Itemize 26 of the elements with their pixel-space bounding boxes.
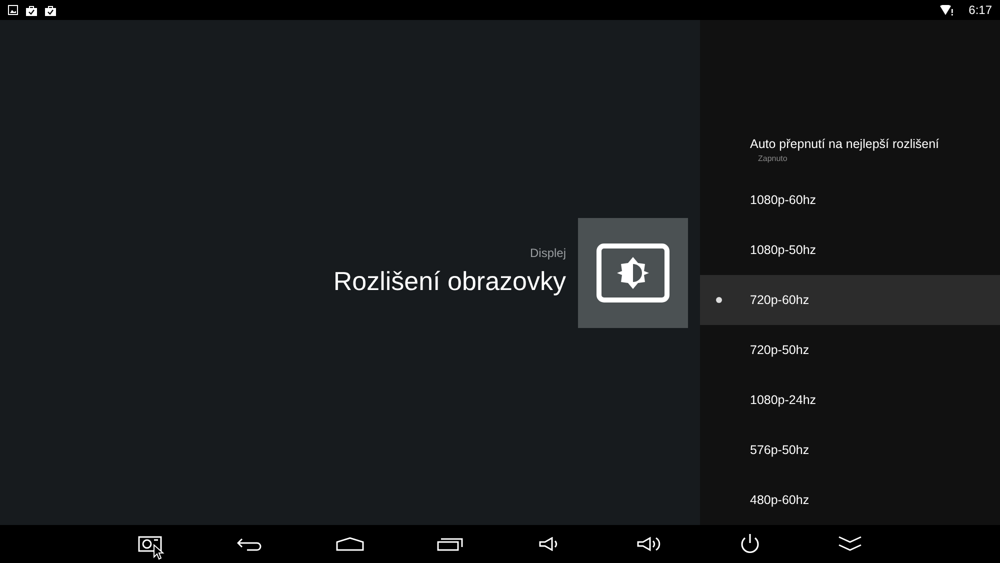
brightness-icon xyxy=(596,242,670,302)
recent-apps-icon[interactable] xyxy=(437,537,463,551)
shopping-bag-icon xyxy=(45,4,56,16)
clock-time: 6:17 xyxy=(968,2,992,19)
setting-value: Zapnuto xyxy=(757,153,788,166)
selected-dot-icon xyxy=(716,297,722,303)
category-label: Displej xyxy=(528,245,566,262)
resolution-option[interactable]: 720p-60hz xyxy=(700,275,1000,325)
wifi-icon xyxy=(940,4,953,16)
resolution-option[interactable]: 1080p-50hz xyxy=(700,225,1000,275)
mouse-cursor-icon xyxy=(153,544,165,560)
screenshot-icon[interactable] xyxy=(138,536,162,552)
power-icon[interactable] xyxy=(739,533,761,555)
resolution-option[interactable]: 1080p-24hz xyxy=(700,375,1000,425)
image-icon xyxy=(8,5,18,15)
home-icon[interactable] xyxy=(336,537,364,551)
page-title: Rozlišení obrazovky xyxy=(333,265,566,298)
back-icon[interactable] xyxy=(237,537,263,551)
collapse-chevron-icon[interactable] xyxy=(838,536,862,552)
resolution-option[interactable]: 480p-60hz xyxy=(700,475,1000,525)
volume-up-icon[interactable] xyxy=(637,536,663,552)
setting-label: Auto přepnutí na nejlepší rozlišení xyxy=(750,136,940,153)
shopping-bag-icon xyxy=(26,4,37,16)
resolution-option[interactable]: 720p-50hz xyxy=(700,325,1000,375)
resolution-option[interactable]: 576p-50hz xyxy=(700,425,1000,475)
resolution-option[interactable]: 1080p-60hz xyxy=(700,175,1000,225)
